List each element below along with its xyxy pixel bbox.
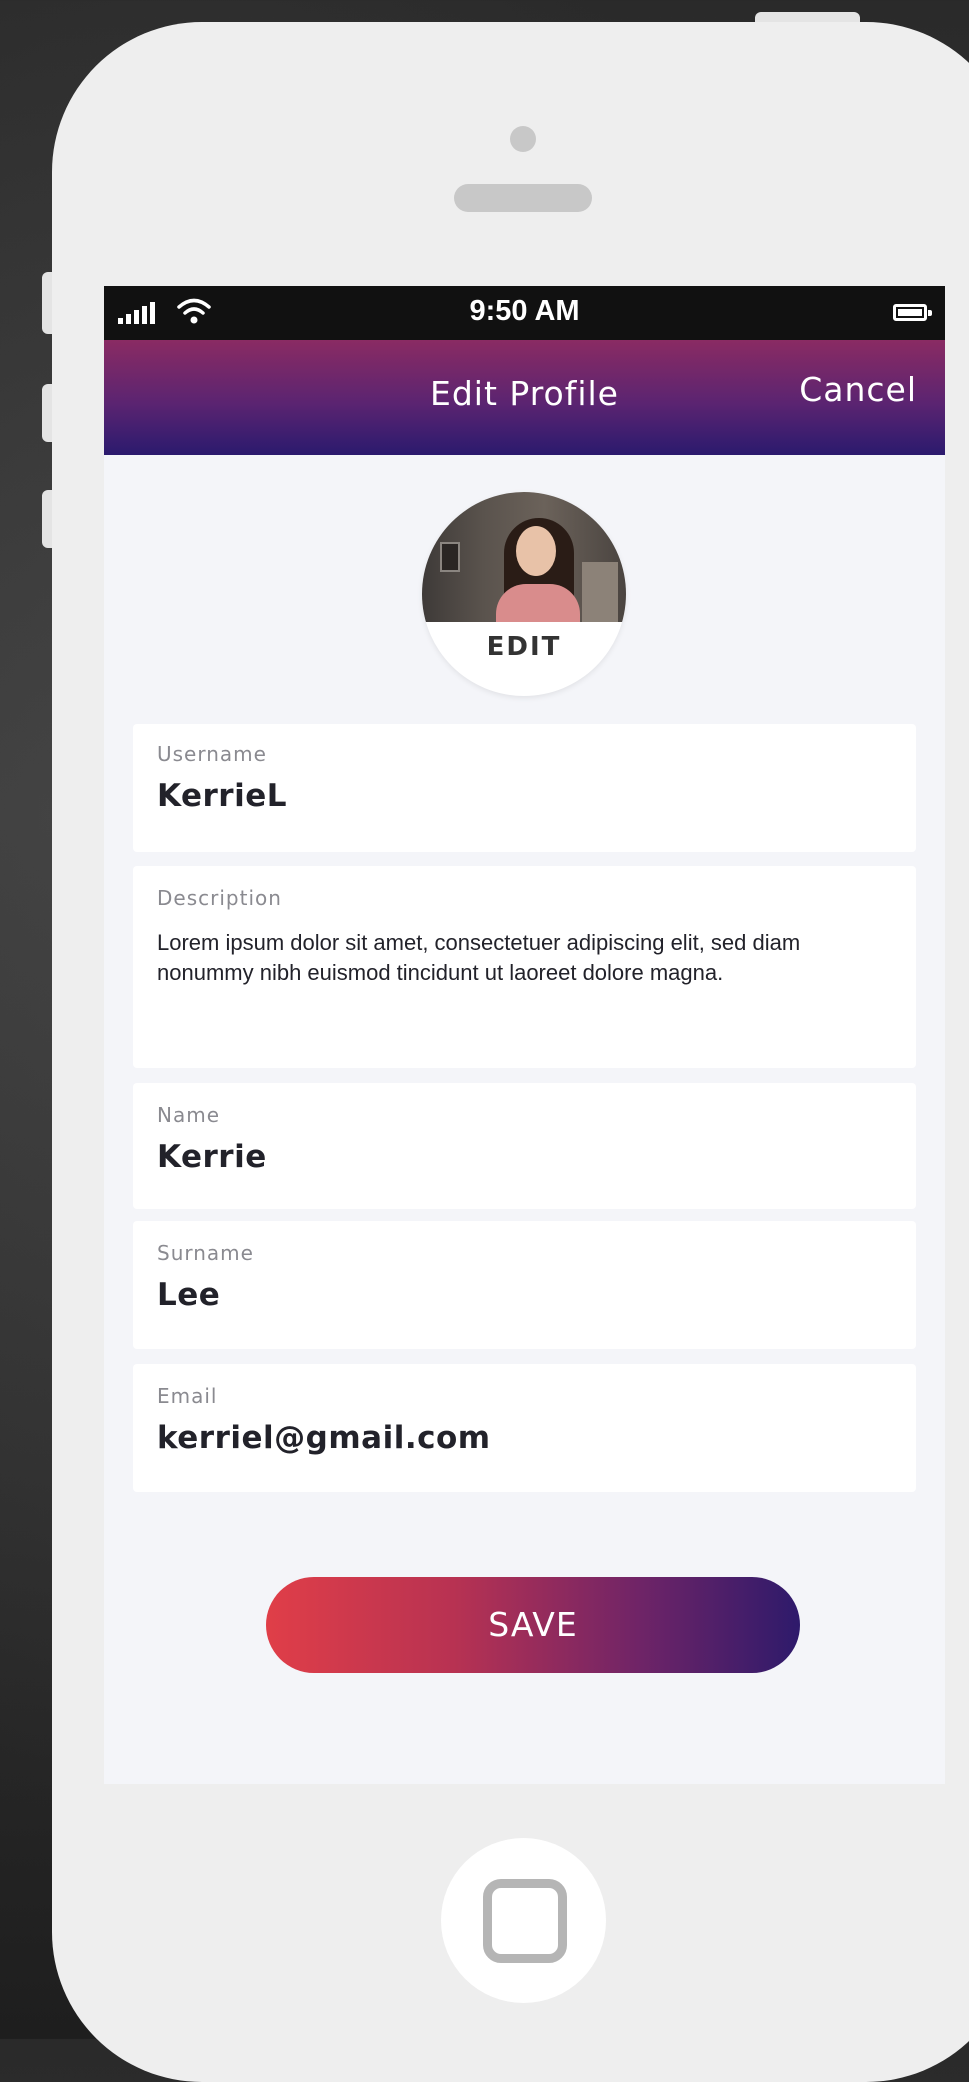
description-value[interactable]: Lorem ipsum dolor sit amet, consectetuer… bbox=[157, 928, 857, 988]
username-field[interactable]: Username KerrieL bbox=[133, 724, 916, 852]
status-bar: 9:50 AM bbox=[104, 286, 945, 340]
edit-avatar-button[interactable]: EDIT bbox=[422, 632, 626, 662]
description-field[interactable]: Description Lorem ipsum dolor sit amet, … bbox=[133, 866, 916, 1068]
front-camera bbox=[510, 126, 536, 152]
surname-label: Surname bbox=[157, 1241, 254, 1265]
name-label: Name bbox=[157, 1103, 221, 1127]
app-header: Edit Profile Cancel bbox=[104, 340, 945, 455]
save-button[interactable]: SAVE bbox=[266, 1577, 800, 1673]
avatar-photo bbox=[422, 492, 626, 622]
surname-field[interactable]: Surname Lee bbox=[133, 1221, 916, 1349]
username-label: Username bbox=[157, 742, 267, 766]
battery-icon bbox=[893, 304, 932, 321]
earpiece-speaker bbox=[454, 184, 592, 212]
name-field[interactable]: Name Kerrie bbox=[133, 1083, 916, 1209]
phone-screen: 9:50 AM Edit Profile Cancel EDIT Usernam… bbox=[104, 286, 945, 1784]
cancel-button[interactable]: Cancel bbox=[799, 370, 917, 409]
email-field[interactable]: Email kerriel@gmail.com bbox=[133, 1364, 916, 1492]
username-value[interactable]: KerrieL bbox=[157, 778, 287, 814]
avatar[interactable]: EDIT bbox=[422, 492, 626, 696]
surname-value[interactable]: Lee bbox=[157, 1277, 220, 1313]
email-value[interactable]: kerriel@gmail.com bbox=[157, 1420, 491, 1456]
description-label: Description bbox=[157, 886, 282, 910]
name-value[interactable]: Kerrie bbox=[157, 1139, 267, 1175]
home-square-icon bbox=[483, 1879, 567, 1963]
status-time: 9:50 AM bbox=[469, 295, 580, 327]
email-label: Email bbox=[157, 1384, 218, 1408]
